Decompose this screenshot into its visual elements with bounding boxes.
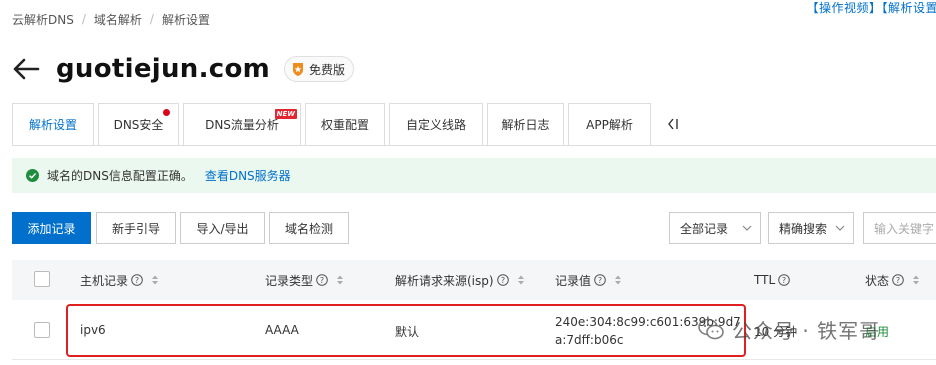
tab-label: 解析日志 [501, 118, 550, 132]
keyword-search-input[interactable]: 输入关键字 [863, 212, 936, 244]
help-links[interactable]: 【操作视频】【解析设置 [806, 0, 936, 16]
tab-divider [12, 145, 936, 146]
sort-icon[interactable] [614, 274, 622, 286]
column-label: 解析请求来源(isp) [395, 273, 494, 288]
column-isp[interactable]: 解析请求来源(isp) ? [395, 260, 525, 300]
domain-check-button[interactable]: 域名检测 [269, 212, 349, 244]
tab-app-resolution[interactable]: APP解析 [568, 103, 651, 146]
edition-badge: 免费版 [284, 56, 355, 82]
dns-status-alert: 域名的DNS信息配置正确。 查看DNS服务器 [12, 158, 936, 193]
tab-label: 自定义线路 [405, 118, 466, 132]
row-checkbox[interactable] [34, 322, 50, 338]
breadcrumb-item-dns[interactable]: 云解析DNS [12, 11, 74, 28]
svg-text:?: ? [320, 276, 324, 285]
column-label: 记录值 [555, 273, 592, 288]
record-filter-value: 全部记录 [680, 221, 729, 236]
breadcrumb-separator: / [149, 12, 154, 26]
chevron-down-icon [742, 225, 752, 231]
tab-label: 权重配置 [320, 118, 369, 132]
notification-dot [163, 109, 170, 116]
back-arrow-icon[interactable] [12, 56, 40, 82]
breadcrumb: 云解析DNS / 域名解析 / 解析设置 [12, 10, 210, 28]
search-mode-select[interactable]: 精确搜索 [768, 212, 854, 244]
cell-isp: 默认 [395, 325, 420, 339]
new-badge: NEW [274, 109, 297, 119]
chevron-down-icon [835, 225, 845, 231]
edition-label: 免费版 [309, 62, 346, 77]
cell-record-type: AAAA [265, 323, 299, 337]
tab-bar: 解析设置 DNS安全 DNS流量分析 NEW 权重配置 自定义线路 解析日志 A… [12, 103, 655, 146]
column-label: 记录类型 [265, 273, 314, 288]
column-status[interactable]: 状态 ? [865, 260, 920, 300]
column-label: 主机记录 [80, 273, 129, 288]
page-title: guotiejun.com [56, 54, 271, 84]
help-icon[interactable]: ? [496, 274, 509, 286]
svg-text:?: ? [896, 276, 900, 285]
view-dns-servers-link[interactable]: 查看DNS服务器 [205, 167, 291, 184]
help-icon[interactable]: ? [131, 274, 143, 286]
tab-custom-lines[interactable]: 自定义线路 [389, 103, 483, 146]
select-all-checkbox[interactable] [34, 271, 50, 287]
breadcrumb-item-domain-resolution[interactable]: 域名解析 [94, 11, 142, 28]
cell-record-value: 240e:304:8c99:c601:639b:9d7a:7dff:b06c [555, 315, 741, 347]
breadcrumb-item-settings: 解析设置 [161, 12, 210, 27]
tab-resolution-logs[interactable]: 解析日志 [487, 103, 564, 146]
guide-button[interactable]: 新手引导 [96, 212, 176, 244]
sort-icon[interactable] [912, 274, 920, 286]
help-icon[interactable]: ? [778, 274, 790, 286]
tab-label: DNS安全 [113, 118, 164, 132]
collapse-tabs-icon[interactable] [666, 116, 680, 132]
tab-label: DNS流量分析 [205, 118, 279, 132]
page-header: guotiejun.com 免费版 [12, 52, 355, 86]
tab-dns-traffic-analysis[interactable]: DNS流量分析 NEW [183, 103, 301, 146]
column-ttl[interactable]: TTL ? [754, 260, 790, 300]
cell-ttl: 10 分钟 [754, 325, 798, 339]
records-table-header: 主机记录 ? 记录类型 ? 解析请求来源(isp) ? 记录值 ? TTL ? … [12, 260, 936, 300]
alert-message: 域名的DNS信息配置正确。 [47, 169, 193, 183]
tab-label: 解析设置 [28, 118, 77, 132]
svg-text:?: ? [782, 276, 786, 285]
help-icon[interactable]: ? [316, 274, 328, 286]
table-row: ipv6 AAAA 默认 240e:304:8c99:c601:639b:9d7… [12, 300, 936, 360]
search-placeholder: 输入关键字 [874, 221, 935, 236]
help-icon[interactable]: ? [892, 274, 904, 286]
add-record-button[interactable]: 添加记录 [12, 212, 91, 244]
cell-host: ipv6 [80, 323, 106, 337]
svg-text:?: ? [135, 276, 139, 285]
search-mode-value: 精确搜索 [779, 221, 828, 236]
record-filter-select[interactable]: 全部记录 [669, 212, 761, 244]
tab-weight-config[interactable]: 权重配置 [305, 103, 385, 146]
column-host[interactable]: 主机记录 ? [80, 260, 159, 300]
sort-icon[interactable] [517, 274, 525, 286]
svg-text:?: ? [598, 276, 602, 285]
tab-dns-security[interactable]: DNS安全 [98, 103, 179, 146]
column-label: TTL [754, 273, 776, 287]
breadcrumb-separator: / [81, 12, 86, 26]
tab-resolution-settings[interactable]: 解析设置 [12, 103, 94, 146]
svg-text:?: ? [500, 276, 504, 285]
sort-icon[interactable] [151, 274, 159, 286]
sort-icon[interactable] [336, 274, 344, 286]
column-record-type[interactable]: 记录类型 ? [265, 260, 344, 300]
import-export-button[interactable]: 导入/导出 [180, 212, 265, 244]
check-circle-icon [26, 169, 39, 182]
medal-icon [293, 63, 304, 76]
help-icon[interactable]: ? [594, 274, 606, 286]
column-label: 状态 [865, 273, 890, 288]
cell-status: 启用 [865, 325, 890, 339]
column-record-value[interactable]: 记录值 ? [555, 260, 622, 300]
tab-label: APP解析 [586, 118, 633, 132]
